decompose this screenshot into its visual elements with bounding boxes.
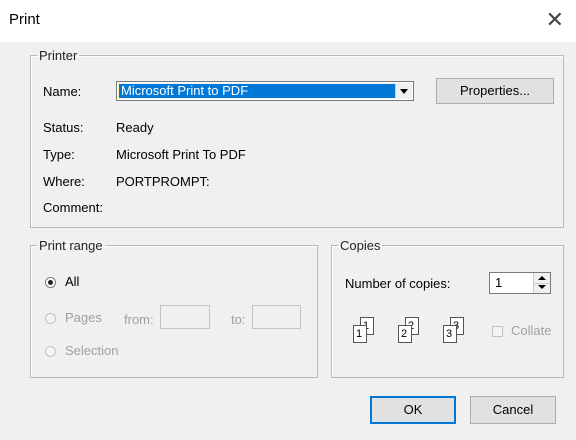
number-of-copies-label: Number of copies: [345,276,451,291]
printer-group-label: Printer [39,48,78,63]
title-bar: Print ✕ [0,0,576,42]
copies-value: 1 [495,275,503,290]
copies-stepper[interactable]: 1 [489,272,551,294]
collate-pages-icon-3: 3 3 [436,317,476,357]
radio-pages[interactable] [45,313,56,324]
copies-group: Copies [331,238,564,378]
status-value: Ready [116,120,154,135]
properties-button[interactable]: Properties... [436,78,554,104]
page-icon: 2 [398,325,412,343]
window-title: Print [9,11,40,28]
page-icon: 1 [353,325,367,343]
chevron-down-icon[interactable] [395,83,412,99]
stepper-buttons [533,273,550,293]
copies-group-label: Copies [340,238,381,253]
collate-pages-icon-2: 2 2 [391,317,431,357]
all-label: All [65,274,80,289]
selection-label: Selection [65,343,119,358]
from-input[interactable] [160,305,210,329]
status-label: Status: [43,120,84,135]
collate-label: Collate [511,323,552,338]
type-value: Microsoft Print To PDF [116,147,246,162]
where-label: Where: [43,174,85,189]
radio-selection[interactable] [45,346,56,357]
type-label: Type: [43,147,75,162]
printer-name-select[interactable]: Microsoft Print to PDF [116,81,414,101]
where-value: PORTPROMPT: [116,174,210,189]
page-number: 1 [356,328,363,340]
name-label: Name: [43,84,82,99]
from-label: from: [124,312,154,327]
collate-checkbox[interactable] [492,326,503,337]
printer-name-value: Microsoft Print to PDF [118,83,396,99]
print-range-group-label: Print range [39,238,103,253]
close-icon[interactable]: ✕ [546,7,564,33]
to-input[interactable] [252,305,301,329]
page-icon: 3 [443,325,457,343]
collate-pages-icon-1: 1 1 [346,317,386,357]
printer-group: Printer [30,48,564,228]
comment-label: Comment: [43,200,103,215]
radio-all[interactable] [45,277,56,288]
page-number: 2 [401,328,408,340]
to-label: to: [231,312,246,327]
stepper-down-icon[interactable] [534,283,550,293]
radio-selected-dot [48,280,53,285]
ok-button[interactable]: OK [370,396,456,424]
page-number: 3 [446,328,453,340]
pages-label: Pages [65,310,102,325]
cancel-button[interactable]: Cancel [470,396,556,424]
